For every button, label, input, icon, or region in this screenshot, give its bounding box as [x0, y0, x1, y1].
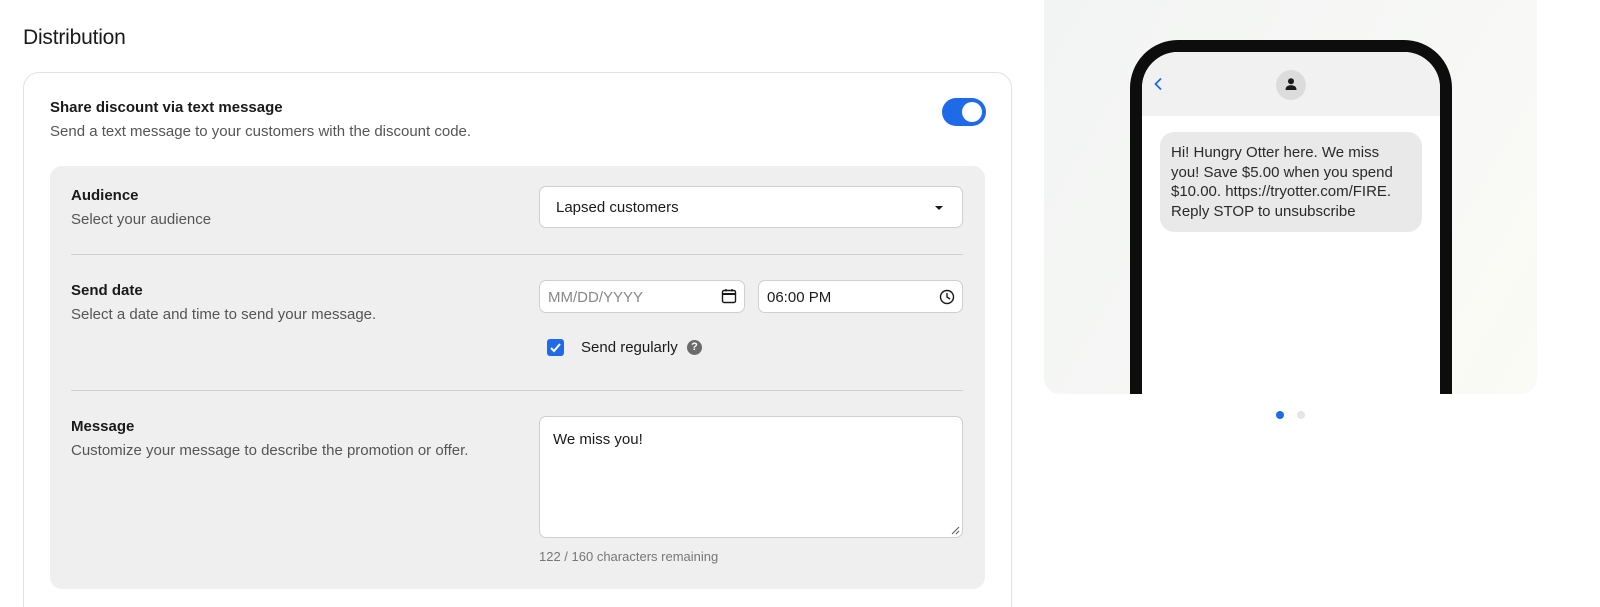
phone-header [1142, 52, 1440, 116]
time-input[interactable]: 06:00 PM [758, 280, 963, 313]
message-text: We miss you! [553, 431, 643, 448]
calendar-icon[interactable] [721, 288, 737, 304]
send-regularly-label: Send regularly [581, 339, 678, 356]
share-sms-toggle[interactable] [942, 98, 986, 126]
share-sms-title: Share discount via text message [50, 99, 283, 116]
distribution-card: Share discount via text message Send a t… [23, 72, 1012, 607]
carousel-dot-1[interactable] [1276, 411, 1284, 419]
back-chevron-icon [1154, 77, 1162, 91]
person-icon [1285, 78, 1297, 90]
divider [71, 390, 963, 391]
time-value: 06:00 PM [767, 289, 832, 306]
message-label: Message [71, 418, 135, 435]
audience-select[interactable]: Lapsed customers [539, 186, 963, 228]
char-count: 122 / 160 characters remaining [539, 549, 719, 564]
sms-settings-panel: Audience Select your audience Lapsed cus… [50, 166, 985, 589]
date-placeholder: MM/DD/YYYY [548, 289, 644, 306]
checkmark-icon [550, 343, 561, 353]
resize-handle-icon[interactable] [951, 526, 960, 535]
contact-avatar [1276, 70, 1306, 100]
audience-label: Audience [71, 187, 139, 204]
send-regularly-checkbox[interactable] [547, 339, 564, 356]
sms-bubble: Hi! Hungry Otter here. We miss you! Save… [1160, 132, 1422, 232]
send-date-label: Send date [71, 282, 143, 299]
send-date-description: Select a date and time to send your mess… [71, 306, 377, 323]
caret-down-icon [935, 206, 943, 210]
section-title: Distribution [23, 26, 126, 49]
sms-preview: Hi! Hungry Otter here. We miss you! Save… [1044, 0, 1537, 394]
carousel-dot-2[interactable] [1297, 411, 1305, 419]
share-sms-description: Send a text message to your customers wi… [50, 123, 472, 140]
divider [71, 254, 963, 255]
audience-select-value: Lapsed customers [556, 199, 679, 216]
phone-mockup: Hi! Hungry Otter here. We miss you! Save… [1130, 40, 1452, 394]
date-input[interactable]: MM/DD/YYYY [539, 280, 745, 313]
help-icon[interactable]: ? [687, 340, 702, 355]
audience-description: Select your audience [71, 211, 212, 228]
toggle-knob [962, 102, 982, 122]
message-textarea[interactable]: We miss you! [539, 416, 963, 538]
clock-icon[interactable] [939, 289, 955, 305]
message-description: Customize your message to describe the p… [71, 442, 469, 459]
